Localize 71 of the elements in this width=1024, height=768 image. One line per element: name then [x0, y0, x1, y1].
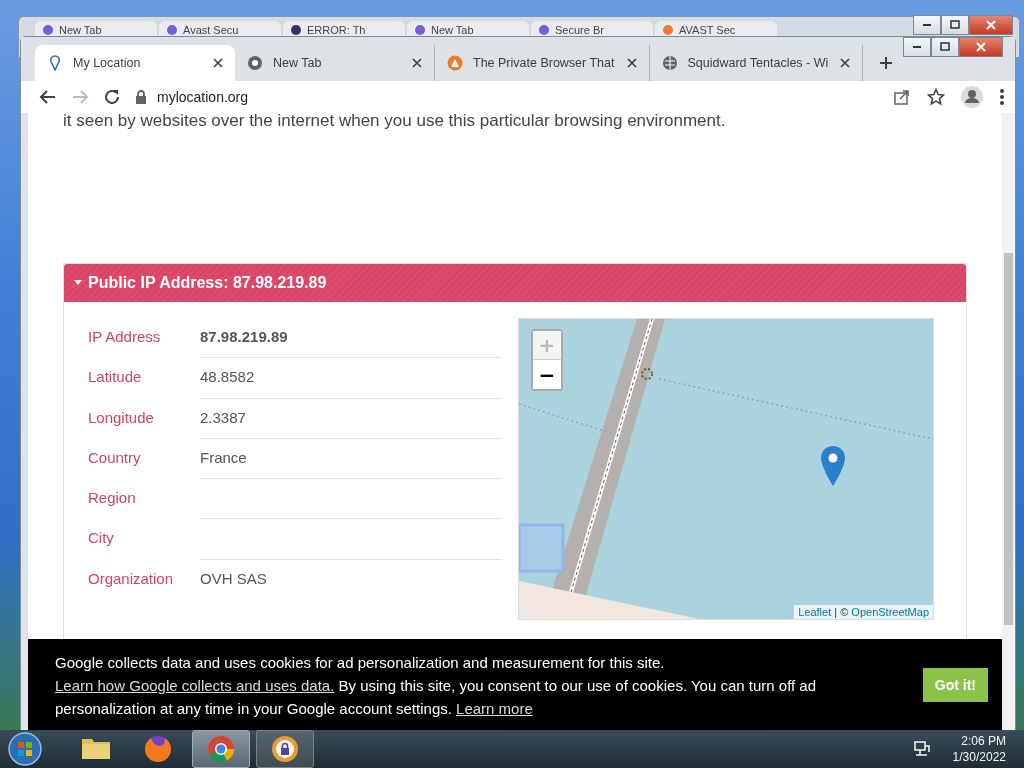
map-attribution: Leaflet | © OpenStreetMap: [794, 605, 933, 619]
field-label: Region: [88, 488, 137, 509]
share-icon[interactable]: [893, 88, 911, 106]
attribution-link[interactable]: OpenStreetMap: [851, 606, 929, 618]
start-button-icon[interactable]: [8, 732, 42, 766]
tab-icon: [167, 24, 177, 35]
attribution-link[interactable]: Leaflet: [798, 606, 832, 618]
scrollbar-thumb[interactable]: [1004, 253, 1013, 625]
minimize-icon: [913, 46, 921, 48]
close-icon[interactable]: [838, 56, 853, 70]
tab-title: New Tab: [273, 56, 323, 70]
tab-icon: [663, 24, 673, 35]
minimize-button[interactable]: [913, 15, 941, 35]
close-icon: [976, 42, 986, 52]
close-icon[interactable]: [211, 56, 225, 70]
clock-date[interactable]: 1/30/2022: [952, 749, 1006, 765]
globe-icon: [661, 55, 678, 71]
minimize-icon: [923, 24, 931, 26]
fox-icon: [142, 733, 174, 765]
intro-text: it seen by websites over the internet when you use this particular browsing environment.: [63, 113, 727, 131]
tab-title: The Private Browser That: [473, 56, 615, 70]
star-icon[interactable]: [927, 88, 945, 106]
field-label: City: [88, 528, 115, 549]
field-value: 87.98.219.89: [200, 318, 502, 359]
tab-icon: [43, 24, 53, 35]
maximize-icon: [940, 42, 950, 52]
clock-time[interactable]: 2:06 PM: [961, 733, 1006, 749]
cookie-message: Google collects data and uses cookies for ad personalization and measurement for this site. Learn how Google collects and uses data. By using this site, you consent to our use of cookies. You can turn off ad personalization at any time in your Google account settings. Learn more: [55, 652, 818, 719]
field-value: OVH SAS: [200, 568, 268, 589]
close-button[interactable]: [959, 37, 1003, 57]
cookie-link[interactable]: Learn how Google collects and uses data.: [55, 676, 335, 694]
network-icon[interactable]: [912, 740, 931, 758]
tab-icon: [415, 24, 425, 35]
back-arrow-icon[interactable]: [39, 88, 57, 106]
tab-title: My Location: [73, 56, 142, 70]
close-icon[interactable]: [410, 56, 424, 70]
scrollbar[interactable]: [1002, 113, 1015, 731]
tab-icon: [539, 24, 549, 35]
field-label: Latitude: [88, 367, 143, 388]
maximize-icon: [950, 20, 960, 30]
address-bar[interactable]: mylocation.org: [157, 89, 249, 105]
lock-icon: [135, 90, 147, 104]
close-button[interactable]: [969, 15, 1013, 35]
pin-icon: [47, 55, 63, 71]
minimize-button[interactable]: [903, 37, 931, 57]
circle-icon: [247, 55, 263, 71]
cookie-link[interactable]: Learn more: [456, 699, 533, 717]
field-label: Longitude: [88, 407, 155, 428]
panel-title: Public IP Address: 87.98.219.89: [88, 274, 327, 292]
caret-icon: [74, 280, 82, 286]
field-value: 48.8582: [200, 358, 502, 399]
field-label: Organization: [88, 568, 175, 589]
maximize-button[interactable]: [931, 37, 959, 57]
plus-icon: [879, 56, 894, 70]
close-icon: [986, 20, 996, 30]
lock-badge-icon: [269, 733, 301, 765]
taskbar-app[interactable]: [256, 730, 314, 768]
chrome-icon: [205, 733, 237, 765]
field-value: France: [200, 438, 502, 480]
panel-header[interactable]: Public IP Address: 87.98.219.89: [64, 264, 966, 302]
profile-icon[interactable]: [961, 86, 983, 108]
field-label: IP Address: [88, 327, 162, 347]
tab-title: Squidward Tentacles - Wi: [687, 56, 829, 70]
field-value: 2.3387: [200, 398, 502, 439]
tab-icon: [291, 24, 301, 35]
field-label: Country: [88, 447, 142, 468]
maximize-button[interactable]: [941, 15, 969, 35]
browser-tab[interactable]: My Location: [35, 45, 235, 81]
menu-icon[interactable]: [999, 88, 1005, 106]
reload-icon[interactable]: [103, 88, 121, 106]
close-icon[interactable]: [624, 56, 639, 70]
